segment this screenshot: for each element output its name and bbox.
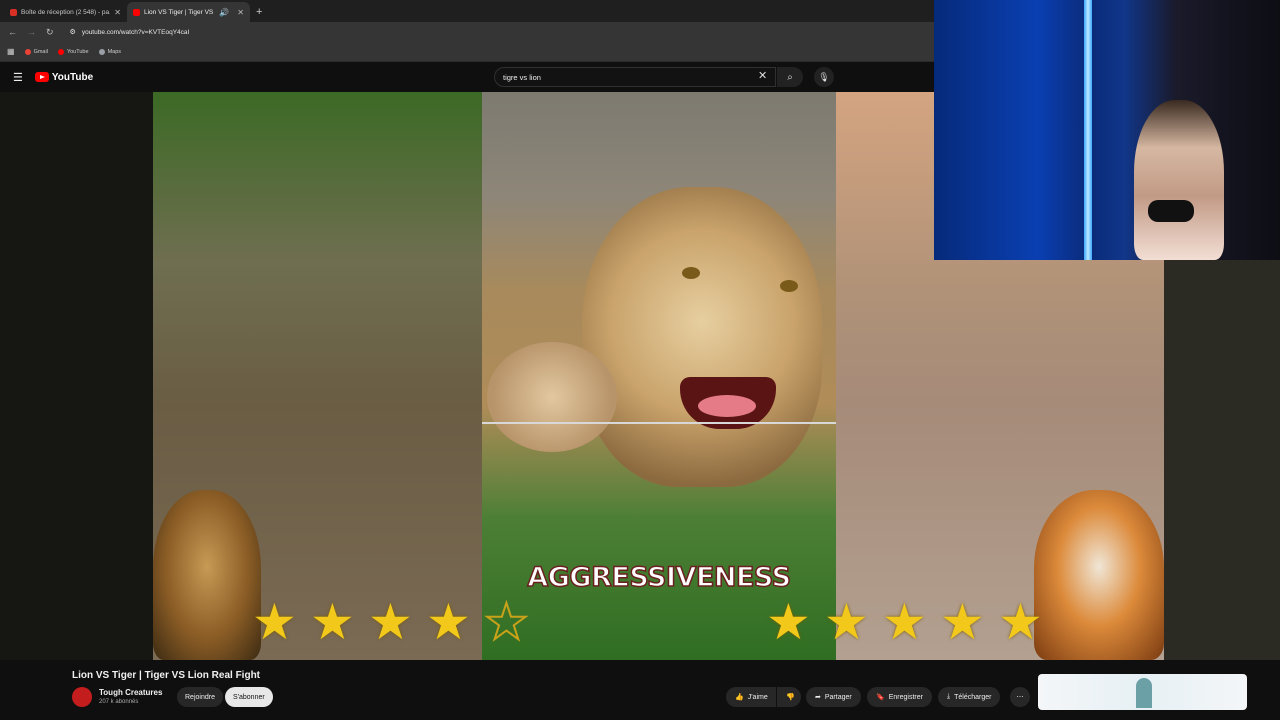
lion-star-2-filled: ★ [310, 594, 355, 650]
bookmark-maps[interactable]: Maps [98, 48, 122, 55]
apps-icon[interactable]: ▦ [7, 47, 15, 56]
youtube-logo[interactable]: YouTube [34, 71, 94, 83]
lion-star-3-filled: ★ [368, 594, 413, 650]
new-tab-icon[interactable]: + [256, 6, 262, 18]
subscribe-button[interactable]: S'abonner [225, 687, 273, 707]
voice-search-button[interactable]: 🎙 [814, 67, 834, 87]
save-label: Enregistrer [888, 693, 923, 701]
tiger-star-4-filled: ★ [940, 594, 985, 650]
player-side-panel [1164, 260, 1280, 660]
streamer-webcam-overlay [934, 0, 1280, 260]
light-beam [1084, 0, 1092, 260]
like-label: J'aime [747, 693, 768, 701]
youtube-header: ☰ YouTube tigre vs lion ✕ ⌕ 🎙 [0, 62, 934, 92]
share-icon: ➦ [815, 694, 821, 701]
speaker-icon[interactable]: 🔊 [219, 8, 229, 17]
bookmark-icon: 🔖 [876, 694, 885, 701]
tiger-star-2-filled: ★ [824, 594, 869, 650]
tiger-star-3-filled: ★ [882, 594, 927, 650]
bookmark-label: Maps [107, 48, 122, 55]
bookmark-label: Gmail [33, 48, 48, 55]
microphone-icon: 🎙 [818, 71, 830, 82]
gmail-icon [24, 48, 31, 55]
microphone-image [1148, 200, 1194, 222]
video-title: Lion VS Tiger | Tiger VS Lion Real Fight [72, 670, 261, 681]
recommended-video-thumbnail[interactable] [1038, 674, 1247, 710]
lion-star-4-filled: ★ [426, 594, 471, 650]
tab-gmail[interactable]: Boîte de réception (2 548) - pa... ✕ [4, 2, 127, 22]
youtube-play-icon [34, 72, 49, 82]
lion-eye-left [682, 267, 700, 279]
search-value: tigre vs lion [503, 72, 541, 82]
address-bar: ← → ↻ ⚙ youtube.com/watch?v=KVTEoqY4caI [0, 22, 934, 42]
youtube-favicon-icon [133, 8, 140, 16]
url-text: youtube.com/watch?v=KVTEoqY4caI [81, 28, 190, 36]
lion-eye-right [780, 280, 798, 292]
dislike-button[interactable]: 👎 [777, 687, 801, 707]
bookmark-label: YouTube [66, 48, 89, 55]
search-button[interactable]: ⌕ [777, 67, 803, 87]
tab-title: Boîte de réception (2 548) - pa... [21, 8, 111, 16]
like-button[interactable]: 👍 J'aime [726, 687, 776, 707]
lion-paw-image [487, 342, 617, 452]
lion-face-image [582, 187, 822, 487]
share-button[interactable]: ➦ Partager [806, 687, 861, 707]
bookmarks-bar: ▦ Gmail YouTube Maps [0, 42, 934, 62]
tiger-star-1-filled: ★ [766, 594, 811, 650]
bookmark-gmail[interactable]: Gmail [24, 48, 48, 55]
close-icon[interactable]: ✕ [758, 69, 767, 82]
subscriber-count: 207 k abonnés [99, 699, 139, 705]
site-info-icon[interactable]: ⚙ [70, 28, 76, 36]
close-tab-icon[interactable]: ✕ [237, 8, 244, 17]
youtube-icon [57, 48, 64, 55]
close-tab-icon[interactable]: ✕ [114, 8, 121, 17]
lion-portrait-image [153, 490, 261, 660]
join-button[interactable]: Rejoindre [177, 687, 223, 707]
channel-name[interactable]: Tough Creatures [99, 688, 162, 697]
search-input[interactable]: tigre vs lion [494, 67, 776, 87]
channel-avatar[interactable] [72, 687, 92, 707]
download-icon: ⤓ [947, 693, 951, 700]
tab-youtube-video[interactable]: Lion VS Tiger | Tiger VS Lio... 🔊 ✕ [127, 2, 250, 22]
browser-tab-bar: Boîte de réception (2 548) - pa... ✕ Lio… [0, 0, 934, 22]
logo-text: YouTube [51, 71, 94, 83]
more-horizontal-icon[interactable]: ⋯ [1010, 687, 1030, 707]
hamburger-menu-icon[interactable]: ☰ [13, 71, 23, 84]
reload-icon[interactable]: ↻ [46, 27, 54, 38]
save-button[interactable]: 🔖 Enregistrer [867, 687, 932, 707]
video-frame: AGGRESSIVENESS [482, 92, 836, 660]
url-field[interactable]: ⚙ youtube.com/watch?v=KVTEoqY4caI [70, 28, 190, 37]
lion-star-5-empty: ★ [483, 594, 530, 650]
thumbs-up-icon: 👍 [735, 694, 744, 701]
bookmark-youtube[interactable]: YouTube [57, 48, 89, 55]
gmail-favicon-icon [10, 8, 17, 16]
back-arrow-icon[interactable]: ← [8, 27, 17, 37]
lion-star-1-filled: ★ [252, 594, 297, 650]
tiger-star-5-filled: ★ [998, 594, 1043, 650]
tab-title: Lion VS Tiger | Tiger VS Lio... [144, 8, 215, 16]
fence-wire [482, 422, 836, 424]
video-caption: AGGRESSIVENESS [527, 561, 792, 594]
download-label: Télécharger [954, 693, 992, 701]
thumbs-down-icon: 👎 [786, 694, 795, 701]
share-label: Partager [824, 693, 852, 701]
forward-arrow-icon[interactable]: → [27, 27, 36, 37]
download-button[interactable]: ⤓ Télécharger [938, 687, 1001, 707]
search-icon: ⌕ [787, 71, 793, 83]
tiger-portrait-image [1034, 490, 1164, 660]
maps-icon [98, 48, 105, 55]
streamer-image [1134, 100, 1224, 260]
